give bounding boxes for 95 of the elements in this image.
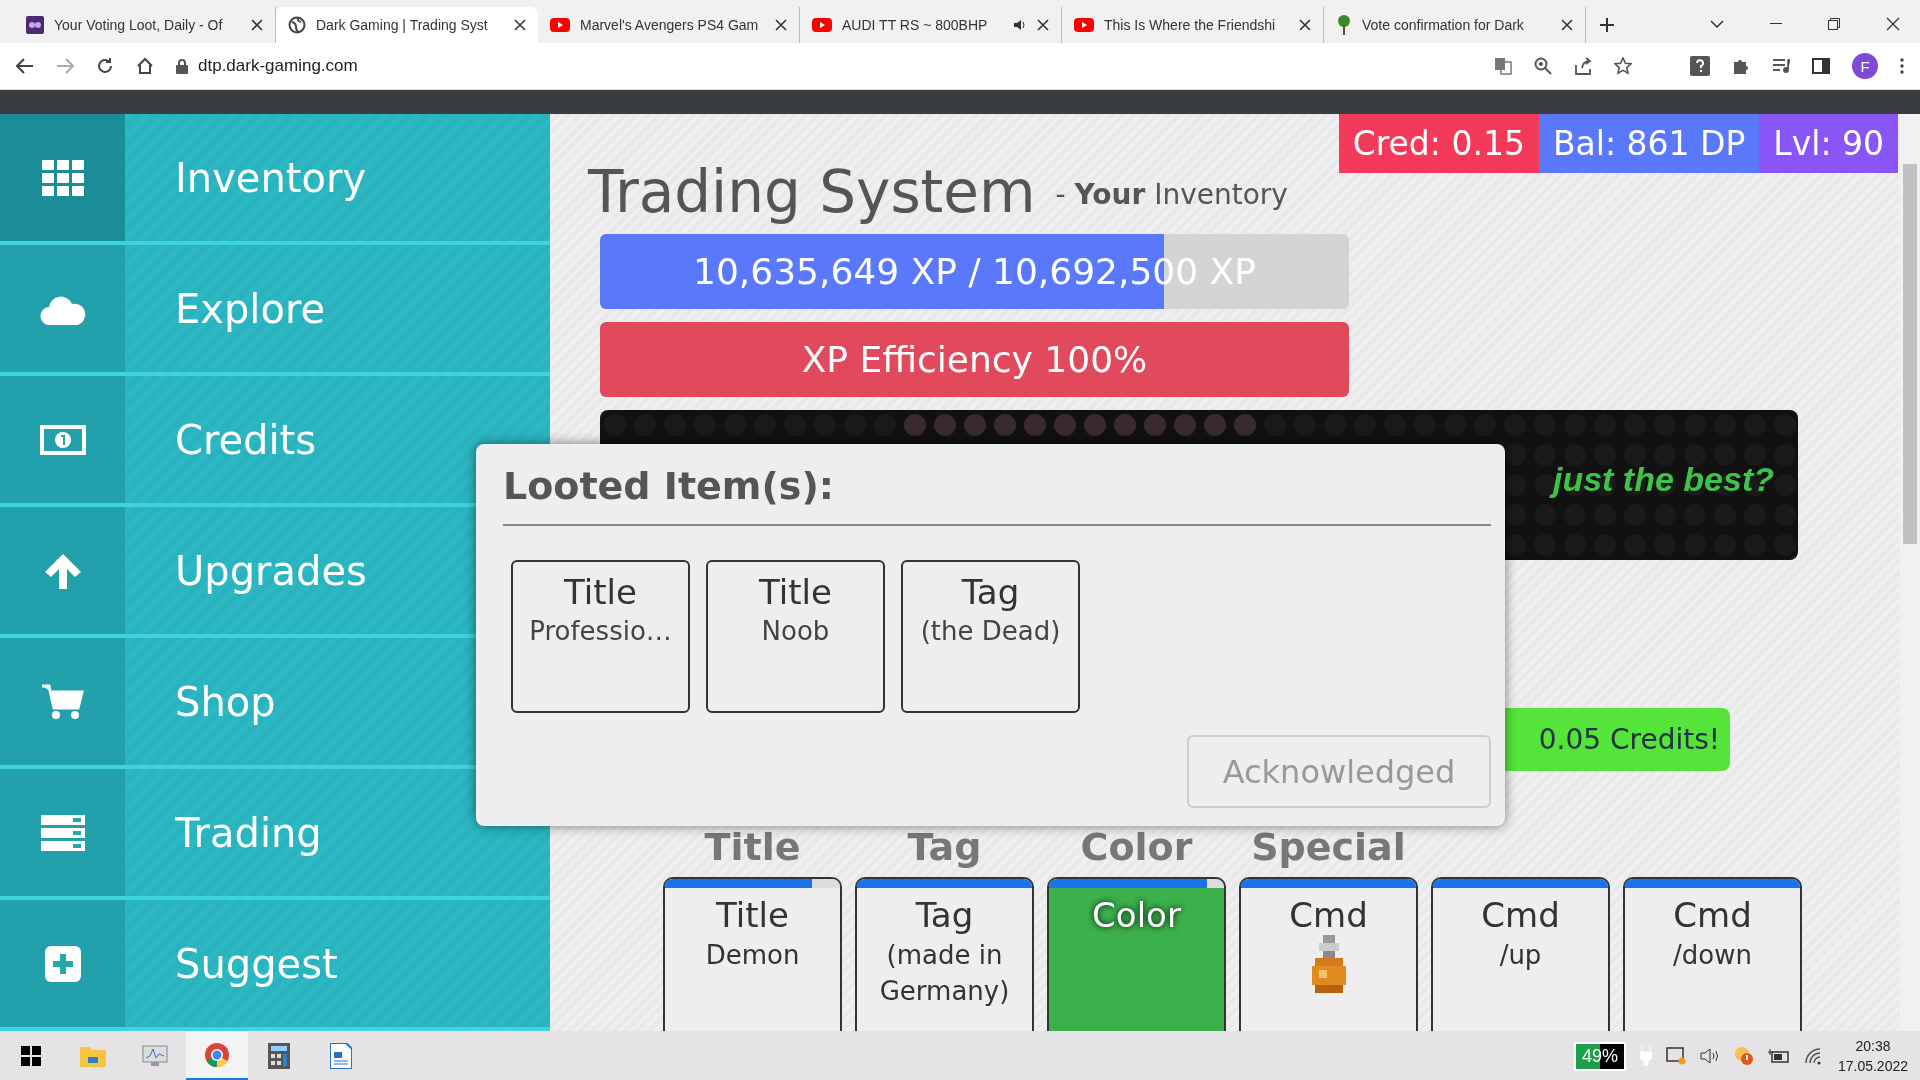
plug-icon (1639, 1046, 1652, 1066)
card-heading: Cmd (1481, 895, 1560, 935)
scrollbar-thumb[interactable] (1903, 164, 1917, 544)
close-icon[interactable] (514, 19, 526, 31)
card-detail: /up (1499, 939, 1542, 972)
volume-icon[interactable] (1699, 1048, 1720, 1064)
minimize-icon[interactable] (1770, 23, 1782, 25)
card-detail: Demon (705, 939, 800, 972)
browser-tab[interactable]: Dark Gaming | Trading Syst (276, 7, 538, 43)
calculator-icon[interactable] (268, 1043, 290, 1069)
item-card[interactable]: Cmd /up (1431, 877, 1610, 1031)
windows-icon (21, 1046, 41, 1066)
restore-icon[interactable] (1828, 18, 1840, 30)
home-icon[interactable] (136, 57, 154, 75)
card-heading: Cmd (1673, 895, 1752, 935)
column-heading: Title (704, 825, 801, 869)
chrome-icon[interactable] (204, 1041, 230, 1068)
close-icon[interactable] (1561, 19, 1573, 31)
display-icon[interactable] (1665, 1047, 1686, 1065)
youtube-icon (1074, 18, 1094, 32)
extensions-icon[interactable] (1732, 57, 1750, 75)
nav-icon-tile[interactable] (0, 245, 125, 372)
stat-badge: Lvl: 90 (1759, 114, 1898, 173)
globe-icon (288, 16, 306, 34)
item-detail: Professio… (529, 616, 672, 646)
nav-icon-tile[interactable] (0, 114, 125, 241)
close-icon[interactable] (251, 19, 263, 31)
item-heading: Title (564, 572, 637, 612)
battery-indicator: 49% (1573, 1041, 1626, 1071)
server-icon (40, 814, 85, 851)
folder-icon[interactable] (80, 1045, 106, 1067)
banknote-icon (39, 424, 86, 455)
nav-icon-tile[interactable] (0, 638, 125, 765)
page-subtitle: - Your Inventory (1055, 178, 1288, 211)
back-icon[interactable] (16, 58, 34, 74)
address-text[interactable]: dtp.dark-gaming.com (198, 56, 358, 76)
nav-icon-tile[interactable] (0, 507, 125, 634)
document-icon[interactable] (330, 1043, 352, 1069)
stat-badge: Bal: 861 DP (1538, 114, 1760, 173)
share-icon[interactable] (1574, 57, 1592, 75)
reload-icon[interactable] (96, 57, 114, 75)
nav-icon-tile[interactable] (0, 769, 125, 896)
item-detail: (the Dead) (920, 616, 1061, 646)
grid-icon (41, 159, 84, 196)
menu-icon[interactable] (1900, 58, 1904, 74)
new-tab-icon[interactable] (1600, 18, 1614, 32)
clock[interactable]: 20:38 17.05.2022 (1837, 1036, 1908, 1076)
close-icon[interactable] (775, 19, 787, 31)
card-heading: Color (1092, 895, 1181, 935)
column-heading: Special (1251, 825, 1406, 869)
item-heading: Title (759, 572, 832, 612)
card-heading: Cmd (1289, 895, 1368, 935)
zoom-icon[interactable] (1534, 57, 1552, 75)
time-text: 20:38 (1855, 1037, 1891, 1056)
close-icon[interactable] (1886, 17, 1900, 31)
lock-icon (176, 58, 188, 74)
card-heading: Title (716, 895, 789, 935)
item-card[interactable]: Title Demon (663, 877, 842, 1031)
warning-icon[interactable] (1733, 1046, 1754, 1066)
monitor-icon[interactable] (141, 1044, 169, 1068)
dialog-title: Looted Item(s): (503, 464, 1491, 526)
item-heading: Tag (961, 572, 1020, 612)
arrow-up-icon (43, 552, 82, 589)
cart-icon (41, 683, 84, 720)
stat-badge: Cred: 0.15 (1338, 114, 1539, 173)
nav-icon-tile[interactable] (0, 376, 125, 503)
battery-icon[interactable] (1767, 1049, 1790, 1063)
close-icon[interactable] (1037, 19, 1049, 31)
item-card[interactable]: Cmd /down (1623, 877, 1802, 1031)
item-card[interactable]: Cmd (1239, 877, 1418, 1031)
youtube-icon (812, 18, 832, 32)
card-detail: (made in Germany) (878, 939, 1011, 1008)
help-icon[interactable] (1690, 56, 1710, 76)
speaker-icon[interactable] (1013, 19, 1027, 31)
close-icon[interactable] (1299, 19, 1311, 31)
youtube-icon (550, 18, 570, 32)
star-icon[interactable] (1614, 57, 1632, 75)
column-heading: Color (1080, 825, 1193, 869)
plus-square-icon (44, 945, 81, 982)
card-heading: Tag (915, 895, 974, 935)
date-text: 17.05.2022 (1837, 1057, 1908, 1076)
side-panel-icon[interactable] (1812, 58, 1830, 74)
mask-icon (26, 16, 44, 34)
media-icon[interactable] (1772, 58, 1790, 74)
tree-icon (1336, 15, 1352, 35)
chevron-icon[interactable] (1710, 20, 1724, 28)
card-detail: /down (1673, 939, 1752, 972)
column-heading: Tag (907, 825, 982, 869)
page-title: Trading System (588, 158, 1036, 226)
item-detail: Noob (761, 616, 830, 646)
profile-avatar[interactable]: F (1852, 53, 1878, 79)
nav-icon-tile[interactable] (0, 900, 125, 1027)
efficiency-text: XP Efficiency 100% (801, 339, 1148, 380)
translate-icon[interactable] (1494, 57, 1512, 75)
item-card[interactable]: Tag (made in Germany) (855, 877, 1034, 1031)
